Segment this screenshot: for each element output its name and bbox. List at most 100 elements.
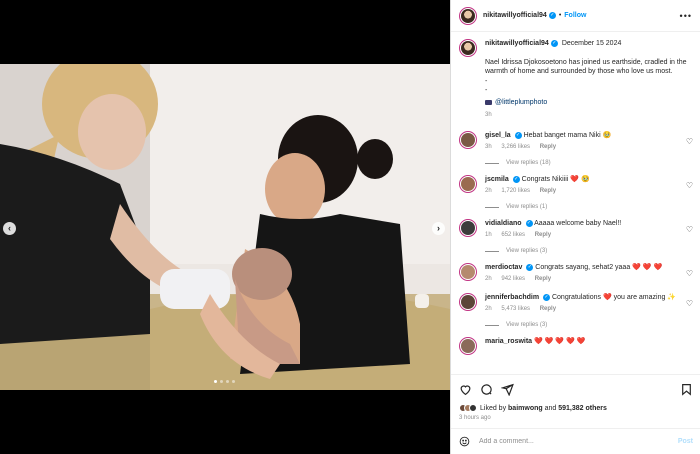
post-caption: nikitawillyofficial94 ✓ December 15 2024…: [459, 33, 693, 120]
comment-username[interactable]: vidialdiano: [485, 220, 522, 227]
verified-badge-icon: ✓: [526, 263, 534, 271]
comment-text: Congrats Nikiiii ❤️ 🥹: [521, 176, 590, 183]
comment-username[interactable]: maria_roswita: [485, 338, 532, 345]
comment-text: Aaaaa welcome baby Nael!!: [534, 220, 622, 227]
add-comment-bar: Post: [451, 428, 700, 454]
view-replies-button[interactable]: View replies (3): [485, 248, 693, 254]
like-comment-heart-icon[interactable]: ♡: [686, 299, 693, 308]
photo-illustration: [0, 64, 450, 390]
comment-item: maria_roswita ❤️ ❤️ ❤️ ❤️ ❤️: [459, 337, 693, 355]
post-photo: [0, 64, 450, 390]
caption-time: 3h: [485, 112, 492, 118]
liked-by-prefix: Liked by: [480, 404, 507, 412]
verified-badge-icon: ✓: [525, 219, 533, 227]
liked-by-user[interactable]: baimwong: [508, 405, 543, 412]
like-comment-heart-icon[interactable]: ♡: [686, 181, 693, 190]
author-username[interactable]: nikitawillyofficial94: [483, 12, 547, 19]
caption-dash: -: [485, 87, 488, 94]
post-details-panel: nikitawillyofficial94 ✓ • Follow ••• nik…: [450, 0, 700, 454]
comment-likes[interactable]: 3,266 likes: [501, 144, 530, 150]
comment-username[interactable]: gisel_la: [485, 132, 511, 139]
liked-by-and: and: [544, 404, 557, 412]
comment-item: gisel_la ✓ Hebat banget mama Niki 🥹 3h 3…: [459, 131, 693, 152]
view-replies-button[interactable]: View replies (1): [485, 204, 693, 210]
follow-button[interactable]: Follow: [564, 12, 586, 19]
emoji-icon[interactable]: [459, 436, 470, 447]
comment-input[interactable]: [479, 438, 678, 445]
avatar[interactable]: [459, 175, 477, 193]
slide-dot: [220, 380, 223, 383]
comment-text: ❤️ ❤️ ❤️ ❤️ ❤️: [534, 338, 586, 345]
comment-time: 3h: [485, 144, 492, 150]
comment-username[interactable]: merdioctav: [485, 264, 522, 271]
verified-badge-icon: ✓: [548, 12, 556, 19]
slide-indicator: [214, 380, 235, 383]
avatar[interactable]: [459, 6, 477, 25]
comment-username[interactable]: jenniferbachdim: [485, 294, 539, 301]
caption-date: December 15 2024: [561, 40, 622, 47]
post-header: nikitawillyofficial94 ✓ • Follow •••: [451, 0, 700, 32]
comments-list[interactable]: nikitawillyofficial94 ✓ December 15 2024…: [451, 33, 700, 373]
comment-likes[interactable]: 652 likes: [501, 232, 525, 238]
avatar[interactable]: [459, 131, 477, 149]
slide-dot: [226, 380, 229, 383]
reply-button[interactable]: Reply: [535, 232, 551, 238]
comment-time: 2h: [485, 188, 492, 194]
view-replies-label: View replies (3): [506, 322, 548, 328]
slide-dot: [232, 380, 235, 383]
view-replies-label: View replies (1): [506, 204, 548, 210]
like-comment-heart-icon[interactable]: ♡: [686, 269, 693, 278]
liked-by-row[interactable]: Liked by baimwong and 591,382 others: [459, 404, 693, 412]
comment-text: Congrats sayang, sehat2 yaaa ❤️ ❤️ ❤️: [535, 264, 663, 271]
post-comment-button[interactable]: Post: [678, 438, 693, 445]
avatar[interactable]: [459, 39, 477, 57]
comment-text: Hebat banget mama Niki 🥹: [523, 132, 612, 139]
reply-button[interactable]: Reply: [535, 276, 551, 282]
reply-button[interactable]: Reply: [540, 144, 556, 150]
comment-text: Congratulations ❤️ you are amazing ✨: [551, 294, 677, 301]
camera-icon: [485, 100, 492, 105]
view-replies-label: View replies (18): [506, 160, 551, 166]
view-replies-button[interactable]: View replies (18): [485, 160, 693, 166]
verified-badge-icon: ✓: [543, 293, 551, 301]
avatar[interactable]: [459, 219, 477, 237]
caption-username[interactable]: nikitawillyofficial94: [485, 39, 549, 48]
like-heart-icon[interactable]: [459, 383, 472, 396]
view-replies-label: View replies (3): [506, 248, 548, 254]
avatar[interactable]: [459, 337, 477, 355]
comment-time: 2h: [485, 306, 492, 312]
comment-time: 2h: [485, 276, 492, 282]
view-replies-button[interactable]: View replies (3): [485, 322, 693, 328]
liker-avatar: [469, 404, 477, 412]
comment-likes[interactable]: 5,473 likes: [501, 306, 530, 312]
photographer-mention-link[interactable]: @littleplumphoto: [495, 98, 547, 107]
chevron-right-icon[interactable]: ›: [432, 222, 445, 235]
reply-button[interactable]: Reply: [540, 306, 556, 312]
caption-dash: -: [485, 78, 488, 85]
caption-text: Nael Idrissa Djokosoetono has joined us …: [485, 59, 687, 75]
like-comment-heart-icon[interactable]: ♡: [686, 225, 693, 234]
verified-badge-icon: ✓: [514, 131, 522, 139]
slide-dot: [214, 380, 217, 383]
comment-username[interactable]: jscmila: [485, 176, 509, 183]
comment-likes[interactable]: 942 likes: [501, 276, 525, 282]
like-comment-heart-icon[interactable]: ♡: [686, 137, 693, 146]
comment-item: merdioctav ✓ Congrats sayang, sehat2 yaa…: [459, 263, 693, 284]
more-horizontal-icon[interactable]: •••: [680, 11, 692, 21]
verified-badge-icon: ✓: [512, 175, 520, 183]
avatar[interactable]: [459, 263, 477, 281]
bookmark-icon[interactable]: [680, 383, 693, 396]
chevron-left-icon[interactable]: ‹: [3, 222, 16, 235]
post-actions: Liked by baimwong and 591,382 others 3 h…: [451, 374, 700, 421]
comment-icon[interactable]: [480, 383, 493, 396]
post-media: ‹ ›: [0, 0, 450, 454]
comment-item: vidialdiano ✓ Aaaaa welcome baby Nael!! …: [459, 219, 693, 240]
reply-button[interactable]: Reply: [540, 188, 556, 194]
separator-dot: •: [558, 12, 562, 19]
comment-likes[interactable]: 1,720 likes: [501, 188, 530, 194]
share-send-icon[interactable]: [501, 383, 514, 396]
comment-item: jenniferbachdim ✓ Congratulations ❤️ you…: [459, 293, 693, 314]
liked-by-count[interactable]: 591,382 others: [558, 405, 607, 412]
comment-time: 1h: [485, 232, 492, 238]
avatar[interactable]: [459, 293, 477, 311]
